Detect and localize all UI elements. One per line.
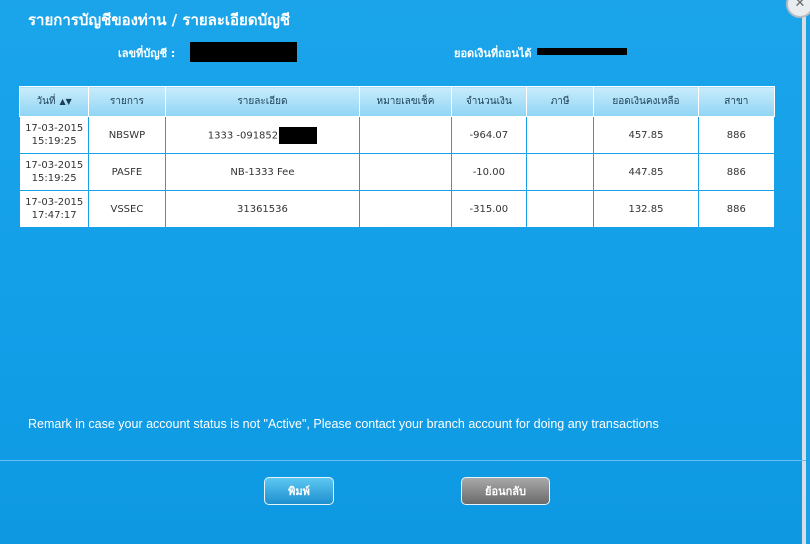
cheque-cell — [359, 116, 452, 154]
dialog-title: รายการบัญชีของท่าน / รายละเอียดบัญชี — [28, 11, 291, 29]
column-header-amount: จำนวนเงิน — [450, 86, 527, 117]
time-text: 17:47:17 — [31, 210, 77, 221]
balance-cell: 447.85 — [593, 153, 699, 191]
time-text: 15:19:25 — [31, 136, 77, 147]
column-header-date[interactable]: วันที่ ▲▼ — [18, 86, 90, 117]
column-header-cheque: หมายเลขเช็ค — [359, 86, 452, 117]
branch-cell: 886 — [697, 153, 776, 191]
column-header-label: วันที่ — [36, 96, 56, 107]
column-header-code: รายการ — [88, 86, 166, 117]
detail-cell: 1333 -091852 — [164, 116, 361, 154]
balance-cell: 457.85 — [593, 116, 699, 154]
cheque-cell — [359, 153, 452, 191]
date-cell: 17-03-2015 15:19:25 — [18, 153, 90, 191]
column-header-branch: สาขา — [697, 86, 776, 117]
table-row: 17-03-2015 15:19:25 PASFE NB-1333 Fee -10… — [18, 153, 776, 191]
print-button[interactable]: พิมพ์ — [264, 477, 334, 505]
tax-cell — [525, 190, 595, 228]
table-header-row: วันที่ ▲▼ รายการ รายละเอียด หมายเลขเช็ค จ… — [18, 86, 776, 117]
tax-cell — [525, 153, 595, 191]
date-cell: 17-03-2015 15:19:25 — [18, 116, 90, 154]
code-cell: NBSWP — [88, 116, 166, 154]
close-button[interactable]: ✕ — [786, 0, 810, 18]
back-button[interactable]: ย้อนกลับ — [461, 477, 550, 505]
sort-icon[interactable]: ▲▼ — [60, 97, 72, 106]
balance-cell: 132.85 — [593, 190, 699, 228]
remark-text: Remark in case your account status is no… — [28, 417, 659, 431]
code-cell: VSSEC — [88, 190, 166, 228]
column-header-tax: ภาษี — [525, 86, 595, 117]
date-text: 17-03-2015 — [25, 123, 84, 134]
account-number-label: เลขที่บัญชี : — [118, 47, 176, 60]
code-cell: PASFE — [88, 153, 166, 191]
time-text: 15:19:25 — [31, 173, 77, 184]
amount-cell: -10.00 — [450, 153, 527, 191]
transaction-table: วันที่ ▲▼ รายการ รายละเอียด หมายเลขเช็ค จ… — [18, 86, 776, 228]
detail-cell: 31361536 — [164, 190, 361, 228]
detail-text: 1333 -091852 — [207, 130, 279, 141]
available-balance-label: ยอดเงินที่ถอนได้ — [454, 47, 532, 60]
close-icon: ✕ — [794, 0, 806, 11]
table-row: 17-03-2015 15:19:25 NBSWP 1333 -091852 -9… — [18, 116, 776, 154]
amount-cell: -315.00 — [450, 190, 527, 228]
detail-cell: NB-1333 Fee — [164, 153, 361, 191]
table-row: 17-03-2015 17:47:17 VSSEC 31361536 -315.0… — [18, 190, 776, 228]
branch-cell: 886 — [697, 190, 776, 228]
amount-cell: -964.07 — [450, 116, 527, 154]
date-cell: 17-03-2015 17:47:17 — [18, 190, 90, 228]
column-header-balance: ยอดเงินคงเหลือ — [593, 86, 699, 117]
account-detail-dialog: รายการบัญชีของท่าน / รายละเอียดบัญชี ✕ เ… — [0, 0, 810, 544]
branch-cell: 886 — [697, 116, 776, 154]
account-number-redacted — [190, 42, 297, 62]
detail-redacted — [279, 126, 318, 144]
column-header-detail: รายละเอียด — [164, 86, 361, 117]
available-balance-redacted — [537, 48, 627, 55]
cheque-cell — [359, 190, 452, 228]
date-text: 17-03-2015 — [25, 197, 84, 208]
footer-divider — [0, 460, 806, 461]
tax-cell — [525, 116, 595, 154]
date-text: 17-03-2015 — [25, 160, 84, 171]
